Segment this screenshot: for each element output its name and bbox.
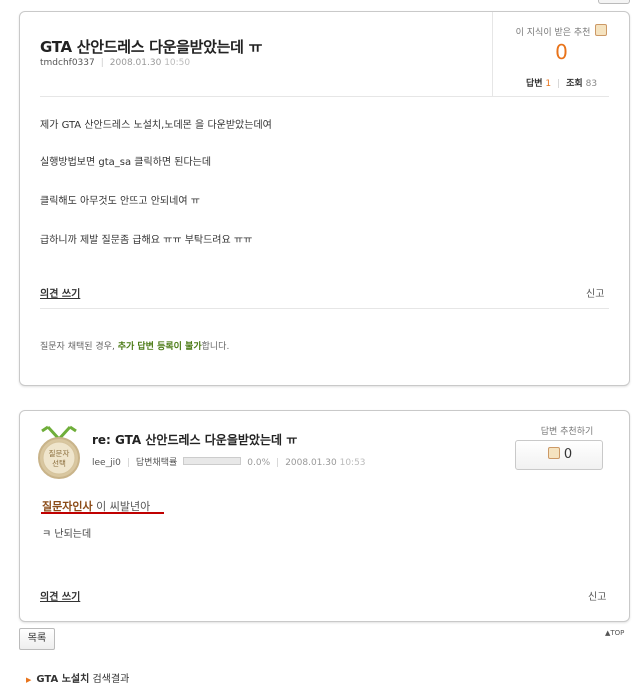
answer-vote-button[interactable]: 0 [515, 440, 603, 470]
views-label: 조회 [566, 79, 583, 89]
question-body-line: 클릭해도 아무것도 안뜨고 안되네여 ㅠ [40, 196, 200, 207]
answer-meta: lee_ji0 | 답변채택률 0.0% | 2008.01.30 10:53 [92, 457, 366, 468]
list-button[interactable]: 목록 [19, 628, 55, 650]
search-results-link[interactable]: ▶ GTA 노설치 검색결과 [26, 670, 129, 685]
views-count: 83 [585, 79, 598, 89]
adoption-notice: 질문자 채택된 경우, 추가 답변 등록이 불가합니다. [40, 342, 230, 352]
medal-text-line1: 질문자 [49, 449, 70, 458]
answer-body: ㅋ 난되는데 [42, 529, 92, 540]
adoption-rate-label: 답변채택률 [135, 458, 178, 468]
question-card: GTA 산안드레스 다운을받았는데 ㅠ tmdchf0337 | 2008.01.3… [19, 11, 630, 386]
question-write-opinion-link[interactable]: 의견 쓰기 [40, 285, 80, 300]
thumbs-up-icon [595, 24, 608, 36]
question-stats-panel: 이 지식이 받은 추천 0 답변 1 | 조회 83 [492, 12, 630, 96]
thumbs-up-icon [547, 447, 560, 459]
question-time: 10:50 [164, 58, 191, 68]
notice-divider [40, 308, 609, 309]
questioner-choice-medal-icon: 질문자 선택 [38, 425, 80, 479]
question-author[interactable]: tmdchf0337 [40, 58, 95, 68]
bullet-icon: ▶ [26, 676, 32, 684]
recommend-count: 0 [555, 40, 568, 64]
answer-write-opinion-link[interactable]: 의견 쓰기 [40, 588, 80, 603]
top-corner-button[interactable] [598, 0, 630, 4]
top-link[interactable]: ▲TOP [605, 629, 624, 637]
answer-date: 2008.01.30 [285, 458, 337, 468]
answers-count: 1 [545, 79, 552, 89]
answer-view-stats: 답변 1 | 조회 83 [525, 79, 598, 89]
answers-label: 답변 [525, 79, 543, 89]
question-meta: tmdchf0337 | 2008.01.30 10:50 [40, 58, 191, 68]
answer-author[interactable]: lee_ji0 [92, 458, 121, 468]
red-highlight-underline [41, 512, 164, 514]
answer-card: 질문자 선택 re: GTA 산안드레스 다운을받았는데 ㅠ lee_ji0 | 답… [19, 410, 630, 622]
answer-vote-count: 0 [563, 447, 573, 462]
answer-time: 10:53 [339, 458, 366, 468]
recommend-label: 이 지식이 받은 추천 [493, 24, 630, 38]
question-divider [40, 96, 609, 97]
answer-title: re: GTA 산안드레스 다운을받았는데 ㅠ [92, 433, 298, 447]
adoption-rate-bar [183, 457, 242, 465]
answer-report-link[interactable]: 신고 [588, 588, 606, 603]
answer-vote-label: 답변 추천하기 [540, 427, 594, 437]
question-body-line: 실행방법보면 gta_sa 클릭하면 된다는데 [40, 157, 212, 168]
question-date: 2008.01.30 [109, 58, 162, 68]
question-body-line: 급하니까 제발 질문좀 급해요 ㅠㅠ 부탁드려요 ㅠㅠ [40, 235, 253, 246]
question-title: GTA 산안드레스 다운을받았는데 ㅠ [40, 38, 263, 56]
medal-text-line2: 선택 [52, 458, 66, 468]
question-body-line: 제가 GTA 산안드레스 노설치,노데몬 을 다운받았는데여 [40, 120, 272, 131]
question-report-link[interactable]: 신고 [586, 285, 604, 300]
adoption-rate-value: 0.0% [247, 458, 271, 468]
